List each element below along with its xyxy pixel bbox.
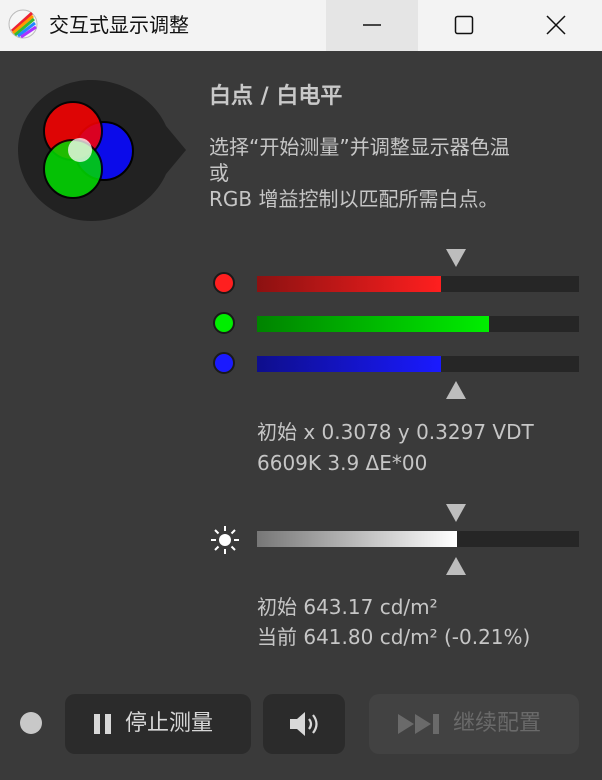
continue-calibration-button[interactable]: 继续配置 — [369, 694, 579, 754]
instructions: 选择“开始测量”并调整显示器色温 或 RGB 增益控制以匹配所需白点。 — [209, 134, 589, 212]
luminance-fill — [257, 531, 457, 547]
blue-gain-bar — [257, 356, 579, 372]
speaker-icon — [290, 712, 318, 736]
luminance-initial: 初始 643.17 cd/m² — [257, 595, 438, 619]
red-gain-bar — [257, 276, 579, 292]
close-icon — [546, 15, 566, 35]
skip-forward-icon — [398, 714, 439, 734]
page-title: 白点 / 白电平 — [209, 84, 343, 109]
pause-icon — [94, 714, 111, 734]
continue-calibration-label: 继续配置 — [453, 711, 542, 736]
instructions-line: RGB 增益控制以匹配所需白点。 — [209, 187, 499, 211]
close-button[interactable] — [510, 0, 602, 51]
stop-measurement-label: 停止测量 — [125, 711, 214, 736]
luminance-target-marker-top — [446, 504, 466, 522]
green-channel-dot — [213, 312, 235, 334]
blue-channel-dot — [213, 352, 235, 374]
whitepoint-initial: 初始 x 0.3078 y 0.3297 VDT — [257, 420, 534, 444]
red-gain-fill — [257, 276, 441, 292]
whitepoint-delta: 6609K 3.9 ΔE*00 — [257, 451, 428, 475]
green-gain-fill — [257, 316, 489, 332]
maximize-button[interactable] — [418, 0, 510, 51]
blue-gain-fill — [257, 356, 441, 372]
instructions-line: 或 — [209, 161, 229, 185]
sun-icon — [211, 526, 239, 554]
rgb-target-marker-top — [446, 249, 466, 267]
stop-measurement-button[interactable]: 停止测量 — [65, 694, 251, 754]
red-channel-dot — [213, 272, 235, 294]
luminance-bar — [257, 531, 579, 547]
measurement-status-indicator — [20, 712, 42, 734]
green-gain-bar — [257, 316, 579, 332]
minimize-button[interactable] — [326, 0, 418, 51]
rgb-circles-logo — [18, 80, 186, 221]
rgb-target-marker-bottom — [446, 381, 466, 399]
sound-toggle-button[interactable] — [263, 694, 345, 754]
minimize-icon — [363, 24, 381, 26]
instructions-line: 选择“开始测量”并调整显示器色温 — [209, 135, 510, 159]
display-calibration-app-icon — [8, 9, 38, 39]
maximize-icon — [454, 15, 474, 35]
luminance-current: 当前 641.80 cd/m² (-0.21%) — [257, 625, 531, 649]
luminance-target-marker-bottom — [446, 557, 466, 575]
title-bar: 交互式显示调整 — [0, 0, 602, 51]
window-title: 交互式显示调整 — [49, 13, 189, 37]
